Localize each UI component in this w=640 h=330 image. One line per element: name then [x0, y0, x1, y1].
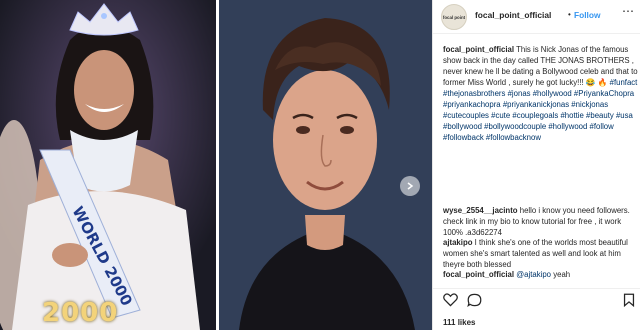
year-label-left: 2000 — [42, 298, 119, 328]
post-actions — [433, 288, 640, 312]
more-options-icon[interactable]: ⋯ — [622, 5, 635, 17]
miss-world-illustration: WORLD 2000 — [0, 0, 216, 330]
chevron-right-icon — [407, 182, 414, 190]
comment-bubble-icon[interactable] — [467, 293, 482, 310]
nick-jonas-illustration — [219, 0, 432, 330]
post-caption: focal_point_official This is Nick Jonas … — [443, 44, 639, 143]
avatar[interactable]: focal point — [441, 4, 467, 30]
caption-username[interactable]: focal_point_official — [443, 45, 514, 54]
instagram-post-view: WORLD 2000 2000 200 — [0, 0, 640, 330]
likes-count[interactable]: 111 likes — [443, 317, 475, 328]
like-heart-icon[interactable] — [443, 293, 458, 310]
carousel-next-button[interactable] — [400, 176, 420, 196]
comment: wyse_2554__jacinto hello i know you need… — [443, 205, 639, 238]
separator-dot: • — [568, 10, 571, 19]
comment: focal_point_official @ajtakipo yeah — [443, 269, 639, 280]
post-photo[interactable]: WORLD 2000 2000 200 — [0, 0, 432, 330]
account-name[interactable]: focal_point_official — [475, 10, 551, 21]
post-header: focal point focal_point_official • Follo… — [433, 0, 640, 34]
caption-emoji: 😂 🔥 — [585, 78, 608, 87]
comment-username[interactable]: ajtakipo — [443, 238, 472, 247]
follow-button[interactable]: Follow — [574, 10, 601, 21]
comment-mention[interactable]: @ajtakipo — [516, 270, 551, 279]
bookmark-icon[interactable] — [623, 293, 635, 310]
comment: ajtakipo I think she's one of the worlds… — [443, 237, 639, 270]
comment-username[interactable]: wyse_2554__jacinto — [443, 206, 518, 215]
photo-right-nick-jonas: 2000 — [219, 0, 432, 330]
caption-hashtags[interactable]: #funfact #thejonasbrothers #jonas #holly… — [443, 78, 637, 142]
comment-username[interactable]: focal_point_official — [443, 270, 514, 279]
photo-left-miss-world: WORLD 2000 2000 — [0, 0, 216, 330]
comment-text: yeah — [553, 270, 571, 279]
post-side-panel: focal point focal_point_official • Follo… — [432, 0, 640, 330]
